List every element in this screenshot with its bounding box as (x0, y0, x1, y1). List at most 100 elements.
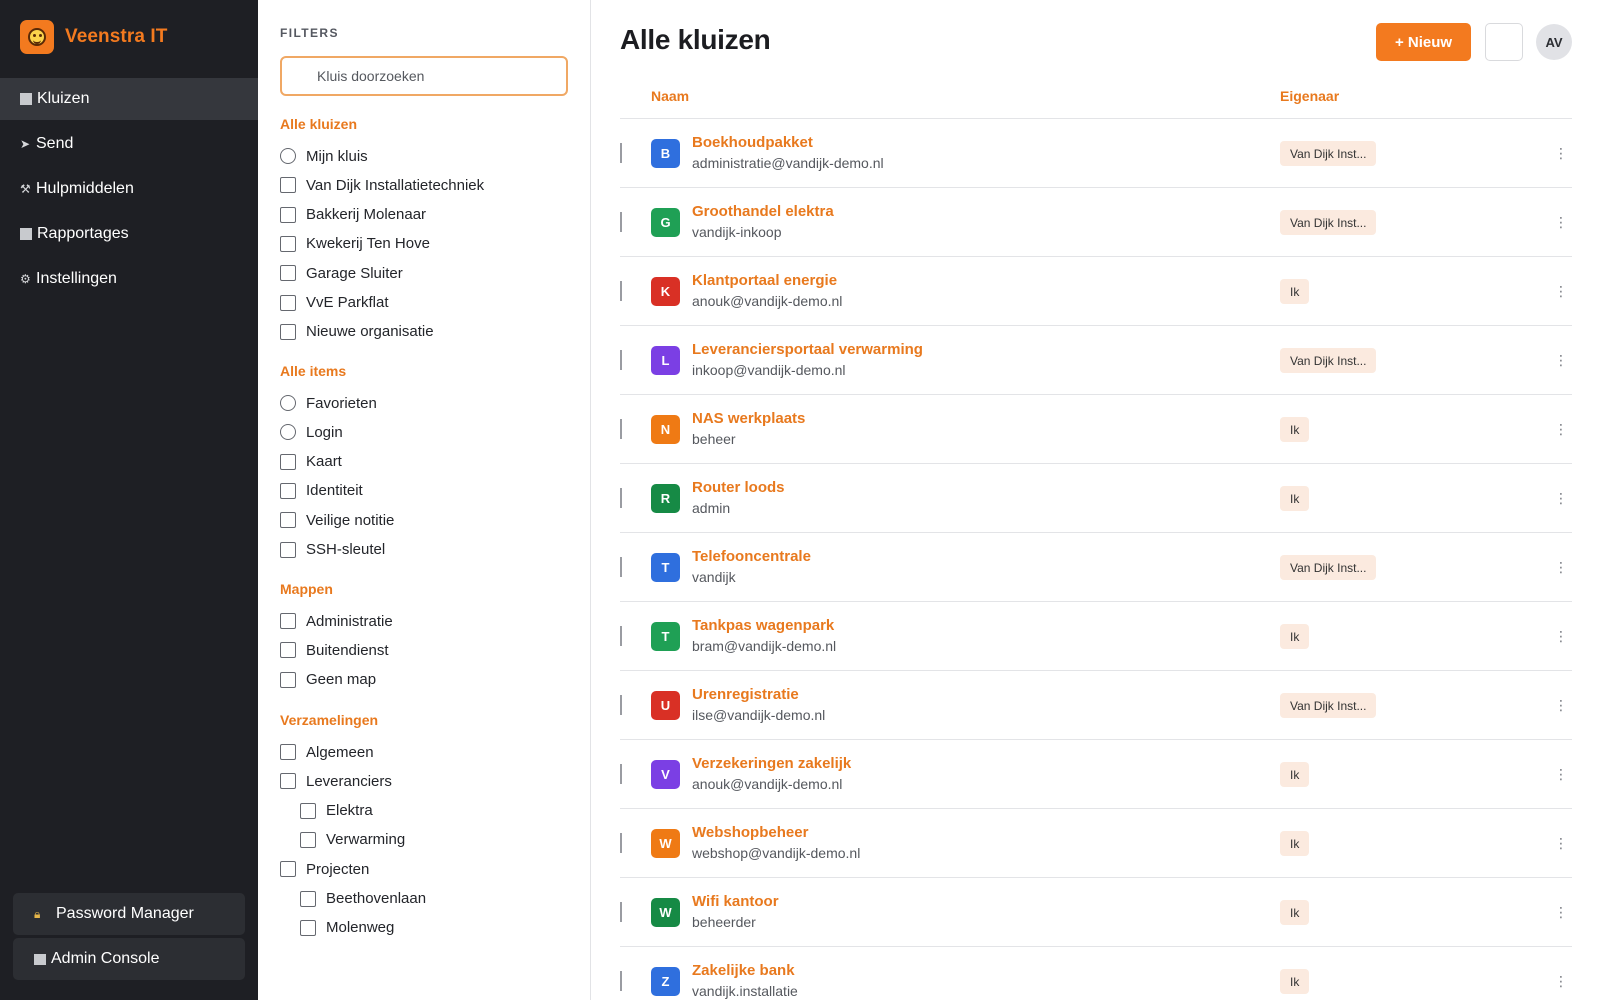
more-options-icon[interactable]: ⋮ (1554, 279, 1568, 303)
table-row[interactable]: R Router loods admin Ik ⋮ (620, 464, 1572, 533)
item-name-link[interactable]: Verzekeringen zakelijk (692, 755, 851, 772)
filter-checkbox[interactable] (280, 294, 296, 311)
filter-item[interactable]: Bakkerij Molenaar (280, 204, 426, 226)
column-header-name[interactable]: Naam (651, 88, 689, 104)
row-select-checkbox[interactable] (620, 557, 622, 577)
filter-item[interactable]: Kwekerij Ten Hove (280, 233, 430, 255)
filter-checkbox[interactable] (300, 831, 316, 848)
item-name-link[interactable]: Webshopbeheer (692, 824, 808, 841)
table-row[interactable]: W Webshopbeheer webshop@vandijk-demo.nl Ik ⋮ (620, 809, 1572, 878)
more-options-icon[interactable]: ⋮ (1554, 348, 1568, 372)
filter-checkbox[interactable] (280, 265, 296, 282)
filter-checkbox[interactable] (280, 861, 296, 878)
filter-item[interactable]: Identiteit (280, 480, 363, 502)
filter-checkbox[interactable] (280, 773, 296, 790)
filter-checkbox[interactable] (280, 453, 296, 470)
filter-item[interactable]: Beethovenlaan (300, 888, 426, 910)
search-input[interactable]: Kluis doorzoeken (280, 56, 568, 96)
filter-radio[interactable] (280, 148, 296, 164)
sidebar-item-kluizen[interactable]: Kluizen (0, 78, 258, 120)
password-manager-button[interactable]: 🔒︎ Password Manager (13, 893, 245, 935)
row-select-checkbox[interactable] (620, 212, 622, 232)
more-options-icon[interactable]: ⋮ (1554, 693, 1568, 717)
table-row[interactable]: U Urenregistratie ilse@vandijk-demo.nl Van … (620, 671, 1572, 740)
filter-checkbox[interactable] (300, 802, 316, 819)
item-name-link[interactable]: Urenregistratie (692, 686, 799, 703)
filter-checkbox[interactable] (300, 890, 316, 907)
filter-checkbox[interactable] (280, 482, 296, 499)
table-row[interactable]: W Wifi kantoor beheerder Ik ⋮ (620, 878, 1572, 947)
item-name-link[interactable]: Telefooncentrale (692, 548, 811, 565)
filter-checkbox[interactable] (280, 206, 296, 223)
row-select-checkbox[interactable] (620, 695, 622, 715)
filter-item[interactable]: Administratie (280, 610, 393, 632)
avatar[interactable]: AV (1536, 24, 1572, 60)
filter-checkbox[interactable] (280, 642, 296, 659)
filter-item[interactable]: Kaart (280, 451, 342, 473)
row-select-checkbox[interactable] (620, 902, 622, 922)
options-button[interactable] (1485, 23, 1523, 61)
more-options-icon[interactable]: ⋮ (1554, 486, 1568, 510)
filter-item[interactable]: Elektra (300, 800, 373, 822)
table-row[interactable]: B Boekhoudpakket administratie@vandijk-dem… (620, 119, 1572, 188)
sidebar-item-rapportages[interactable]: Rapportages (0, 213, 258, 255)
filter-item[interactable]: Veilige notitie (280, 509, 394, 531)
more-options-icon[interactable]: ⋮ (1554, 969, 1568, 993)
item-name-link[interactable]: Leveranciersportaal verwarming (692, 341, 923, 358)
filter-checkbox[interactable] (280, 671, 296, 688)
more-options-icon[interactable]: ⋮ (1554, 900, 1568, 924)
sidebar-item-hulpmiddelen[interactable]: ⚒ Hulpmiddelen (0, 168, 258, 210)
sidebar-item-instellingen[interactable]: ⚙ Instellingen (0, 258, 258, 300)
more-options-icon[interactable]: ⋮ (1554, 555, 1568, 579)
sidebar-item-send[interactable]: ➤ Send (0, 123, 258, 165)
filter-checkbox[interactable] (280, 744, 296, 760)
filter-item[interactable]: Mijn kluis (280, 145, 368, 167)
filter-item[interactable]: Molenweg (300, 917, 394, 939)
item-name-link[interactable]: Tankpas wagenpark (692, 617, 834, 634)
filter-item[interactable]: Favorieten (280, 392, 377, 414)
filter-checkbox[interactable] (280, 541, 296, 558)
table-row[interactable]: K Klantportaal energie anouk@vandijk-demo.… (620, 257, 1572, 326)
filter-item[interactable]: Geen map (280, 669, 376, 691)
filter-item[interactable]: Buitendienst (280, 639, 389, 661)
row-select-checkbox[interactable] (620, 419, 622, 439)
table-row[interactable]: G Groothandel elektra vandijk-inkoop Van Di… (620, 188, 1572, 257)
filter-checkbox[interactable] (280, 323, 296, 340)
row-select-checkbox[interactable] (620, 350, 622, 370)
filter-item[interactable]: Nieuwe organisatie (280, 321, 434, 343)
filter-item[interactable]: Leveranciers (280, 770, 392, 792)
more-options-icon[interactable]: ⋮ (1554, 831, 1568, 855)
admin-console-button[interactable]: Admin Console (13, 938, 245, 980)
filter-item[interactable]: Algemeen (280, 741, 374, 763)
more-options-icon[interactable]: ⋮ (1554, 417, 1568, 441)
new-button[interactable]: + Nieuw (1376, 23, 1471, 61)
row-select-checkbox[interactable] (620, 143, 622, 163)
filter-checkbox[interactable] (280, 235, 296, 252)
row-select-checkbox[interactable] (620, 971, 622, 991)
filter-checkbox[interactable] (280, 613, 296, 629)
item-name-link[interactable]: NAS werkplaats (692, 410, 805, 427)
table-row[interactable]: N NAS werkplaats beheer Ik ⋮ (620, 395, 1572, 464)
filter-item[interactable]: Login (280, 421, 343, 443)
row-select-checkbox[interactable] (620, 281, 622, 301)
item-name-link[interactable]: Groothandel elektra (692, 203, 834, 220)
item-name-link[interactable]: Wifi kantoor (692, 893, 779, 910)
filter-item[interactable]: SSH-sleutel (280, 539, 385, 561)
filter-item[interactable]: Projecten (280, 858, 369, 880)
more-options-icon[interactable]: ⋮ (1554, 141, 1568, 165)
item-name-link[interactable]: Boekhoudpakket (692, 134, 813, 151)
item-name-link[interactable]: Router loods (692, 479, 785, 496)
filter-radio[interactable] (280, 395, 296, 411)
filter-checkbox[interactable] (280, 512, 296, 529)
row-select-checkbox[interactable] (620, 488, 622, 508)
column-header-owner[interactable]: Eigenaar (1280, 88, 1339, 104)
table-row[interactable]: L Leveranciersportaal verwarming inkoop@va… (620, 326, 1572, 395)
filter-radio[interactable] (280, 424, 296, 441)
row-select-checkbox[interactable] (620, 626, 622, 646)
filter-checkbox[interactable] (280, 177, 296, 194)
more-options-icon[interactable]: ⋮ (1554, 210, 1568, 234)
filter-item[interactable]: Garage Sluiter (280, 262, 403, 284)
brand[interactable]: Veenstra IT (20, 20, 167, 54)
table-row[interactable]: Z Zakelijke bank vandijk.installatie Ik ⋮ (620, 947, 1572, 1000)
filter-item[interactable]: Van Dijk Installatietechniek (280, 174, 484, 196)
